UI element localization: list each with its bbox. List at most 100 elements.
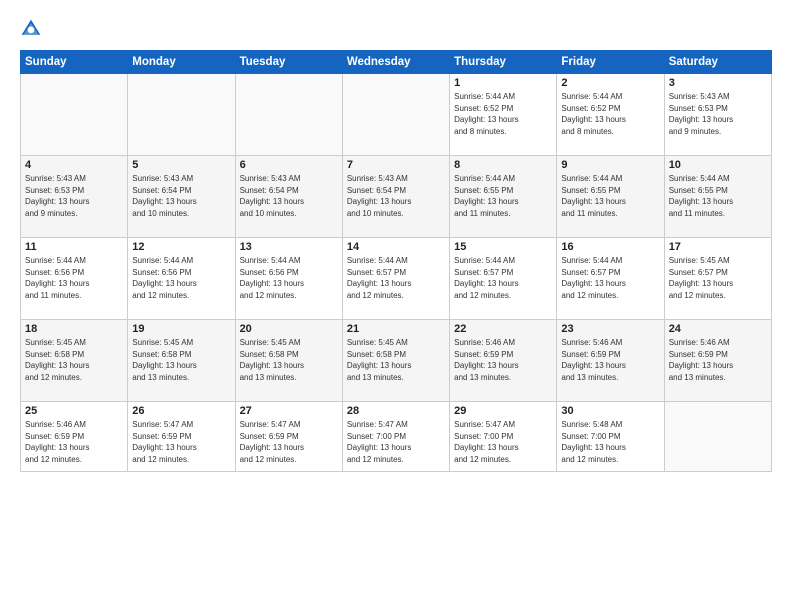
day-info: Sunrise: 5:47 AM Sunset: 6:59 PM Dayligh… [240, 419, 338, 465]
day-number: 26 [132, 405, 230, 417]
calendar-cell: 3 Sunrise: 5:43 AM Sunset: 6:53 PM Daylig… [664, 74, 771, 156]
day-info: Sunrise: 5:44 AM Sunset: 6:57 PM Dayligh… [454, 255, 552, 301]
calendar-cell [342, 74, 449, 156]
day-info: Sunrise: 5:44 AM Sunset: 6:56 PM Dayligh… [240, 255, 338, 301]
calendar-cell: 15 Sunrise: 5:44 AM Sunset: 6:57 PM Dayli… [450, 238, 557, 320]
day-info: Sunrise: 5:44 AM Sunset: 6:57 PM Dayligh… [561, 255, 659, 301]
week-row-5: 25 Sunrise: 5:46 AM Sunset: 6:59 PM Dayli… [21, 402, 772, 472]
day-info: Sunrise: 5:44 AM Sunset: 6:52 PM Dayligh… [454, 91, 552, 137]
calendar-cell: 29Sunrise: 5:47 AM Sunset: 7:00 PM Dayli… [450, 402, 557, 472]
day-number: 10 [669, 159, 767, 171]
day-info: Sunrise: 5:44 AM Sunset: 6:55 PM Dayligh… [561, 173, 659, 219]
weekday-header-wednesday: Wednesday [342, 51, 449, 74]
day-number: 16 [561, 241, 659, 253]
day-info: Sunrise: 5:44 AM Sunset: 6:52 PM Dayligh… [561, 91, 659, 137]
day-info: Sunrise: 5:43 AM Sunset: 6:54 PM Dayligh… [347, 173, 445, 219]
weekday-header-sunday: Sunday [21, 51, 128, 74]
day-number: 22 [454, 323, 552, 335]
weekday-header-thursday: Thursday [450, 51, 557, 74]
calendar-cell: 30 Sunrise: 5:48 AM Sunset: 7:00 PM Dayli… [557, 402, 664, 472]
calendar-cell [21, 74, 128, 156]
day-number: 27 [240, 405, 338, 417]
weekday-header-tuesday: Tuesday [235, 51, 342, 74]
day-info: Sunrise: 5:43 AM Sunset: 6:53 PM Dayligh… [25, 173, 123, 219]
week-row-1: 1 Sunrise: 5:44 AM Sunset: 6:52 PM Daylig… [21, 74, 772, 156]
day-info: Sunrise: 5:46 AM Sunset: 6:59 PM Dayligh… [669, 337, 767, 383]
day-number: 15 [454, 241, 552, 253]
logo [20, 18, 46, 40]
day-number: 20 [240, 323, 338, 335]
calendar-cell: 11Sunrise: 5:44 AM Sunset: 6:56 PM Dayli… [21, 238, 128, 320]
day-number: 18 [25, 323, 123, 335]
day-number: 30 [561, 405, 659, 417]
day-number: 23 [561, 323, 659, 335]
calendar-page: SundayMondayTuesdayWednesdayThursdayFrid… [0, 0, 792, 612]
day-number: 4 [25, 159, 123, 171]
day-number: 28 [347, 405, 445, 417]
day-number: 25 [25, 405, 123, 417]
day-number: 24 [669, 323, 767, 335]
weekday-header-row: SundayMondayTuesdayWednesdayThursdayFrid… [21, 51, 772, 74]
day-number: 11 [25, 241, 123, 253]
day-info: Sunrise: 5:45 AM Sunset: 6:58 PM Dayligh… [240, 337, 338, 383]
day-info: Sunrise: 5:44 AM Sunset: 6:57 PM Dayligh… [347, 255, 445, 301]
calendar-cell [235, 74, 342, 156]
week-row-3: 11 Sunrise: 5:44 AM Sunset: 6:56 PM Dayli… [21, 238, 772, 320]
calendar-cell: 19Sunrise: 5:45 AM Sunset: 6:58 PM Dayli… [128, 320, 235, 402]
day-number: 17 [669, 241, 767, 253]
weekday-header-monday: Monday [128, 51, 235, 74]
day-info: Sunrise: 5:47 AM Sunset: 7:00 PM Dayligh… [347, 419, 445, 465]
calendar-cell: 18 Sunrise: 5:45 AM Sunset: 6:58 PM Dayli… [21, 320, 128, 402]
calendar-cell: 16 Sunrise: 5:44 AM Sunset: 6:57 PM Dayli… [557, 238, 664, 320]
calendar-cell: 14 Sunrise: 5:44 AM Sunset: 6:57 PM Dayli… [342, 238, 449, 320]
day-number: 21 [347, 323, 445, 335]
calendar-cell: 4 Sunrise: 5:43 AM Sunset: 6:53 PM Daylig… [21, 156, 128, 238]
day-info: Sunrise: 5:43 AM Sunset: 6:54 PM Dayligh… [240, 173, 338, 219]
week-row-4: 18 Sunrise: 5:45 AM Sunset: 6:58 PM Dayli… [21, 320, 772, 402]
day-number: 14 [347, 241, 445, 253]
calendar-cell: 23Sunrise: 5:46 AM Sunset: 6:59 PM Dayli… [557, 320, 664, 402]
day-info: Sunrise: 5:44 AM Sunset: 6:55 PM Dayligh… [669, 173, 767, 219]
day-info: Sunrise: 5:45 AM Sunset: 6:57 PM Dayligh… [669, 255, 767, 301]
day-number: 12 [132, 241, 230, 253]
day-info: Sunrise: 5:43 AM Sunset: 6:54 PM Dayligh… [132, 173, 230, 219]
day-number: 29 [454, 405, 552, 417]
day-number: 8 [454, 159, 552, 171]
day-info: Sunrise: 5:45 AM Sunset: 6:58 PM Dayligh… [347, 337, 445, 383]
calendar-cell: 25 Sunrise: 5:46 AM Sunset: 6:59 PM Dayli… [21, 402, 128, 472]
day-info: Sunrise: 5:46 AM Sunset: 6:59 PM Dayligh… [25, 419, 123, 465]
day-number: 9 [561, 159, 659, 171]
week-row-2: 4 Sunrise: 5:43 AM Sunset: 6:53 PM Daylig… [21, 156, 772, 238]
calendar-table: SundayMondayTuesdayWednesdayThursdayFrid… [20, 50, 772, 472]
calendar-cell: 17 Sunrise: 5:45 AM Sunset: 6:57 PM Dayli… [664, 238, 771, 320]
calendar-cell: 28 Sunrise: 5:47 AM Sunset: 7:00 PM Dayli… [342, 402, 449, 472]
calendar-cell: 22 Sunrise: 5:46 AM Sunset: 6:59 PM Dayli… [450, 320, 557, 402]
calendar-cell: 9 Sunrise: 5:44 AM Sunset: 6:55 PM Daylig… [557, 156, 664, 238]
weekday-header-saturday: Saturday [664, 51, 771, 74]
calendar-cell: 12 Sunrise: 5:44 AM Sunset: 6:56 PM Dayli… [128, 238, 235, 320]
day-number: 1 [454, 77, 552, 89]
day-number: 7 [347, 159, 445, 171]
header [20, 18, 772, 40]
calendar-cell: 6Sunrise: 5:43 AM Sunset: 6:54 PM Daylig… [235, 156, 342, 238]
calendar-cell: 20 Sunrise: 5:45 AM Sunset: 6:58 PM Dayli… [235, 320, 342, 402]
calendar-cell: 1 Sunrise: 5:44 AM Sunset: 6:52 PM Daylig… [450, 74, 557, 156]
calendar-cell: 8 Sunrise: 5:44 AM Sunset: 6:55 PM Daylig… [450, 156, 557, 238]
calendar-cell: 27 Sunrise: 5:47 AM Sunset: 6:59 PM Dayli… [235, 402, 342, 472]
day-info: Sunrise: 5:46 AM Sunset: 6:59 PM Dayligh… [454, 337, 552, 383]
day-info: Sunrise: 5:47 AM Sunset: 6:59 PM Dayligh… [132, 419, 230, 465]
calendar-cell: 24 Sunrise: 5:46 AM Sunset: 6:59 PM Dayli… [664, 320, 771, 402]
day-number: 3 [669, 77, 767, 89]
day-number: 5 [132, 159, 230, 171]
calendar-cell: 10 Sunrise: 5:44 AM Sunset: 6:55 PM Dayli… [664, 156, 771, 238]
day-info: Sunrise: 5:45 AM Sunset: 6:58 PM Dayligh… [25, 337, 123, 383]
calendar-cell: 5 Sunrise: 5:43 AM Sunset: 6:54 PM Daylig… [128, 156, 235, 238]
day-info: Sunrise: 5:45 AM Sunset: 6:58 PM Dayligh… [132, 337, 230, 383]
day-info: Sunrise: 5:44 AM Sunset: 6:56 PM Dayligh… [132, 255, 230, 301]
day-info: Sunrise: 5:44 AM Sunset: 6:55 PM Dayligh… [454, 173, 552, 219]
day-number: 13 [240, 241, 338, 253]
calendar-cell [128, 74, 235, 156]
weekday-header-friday: Friday [557, 51, 664, 74]
day-info: Sunrise: 5:48 AM Sunset: 7:00 PM Dayligh… [561, 419, 659, 465]
day-info: Sunrise: 5:43 AM Sunset: 6:53 PM Dayligh… [669, 91, 767, 137]
